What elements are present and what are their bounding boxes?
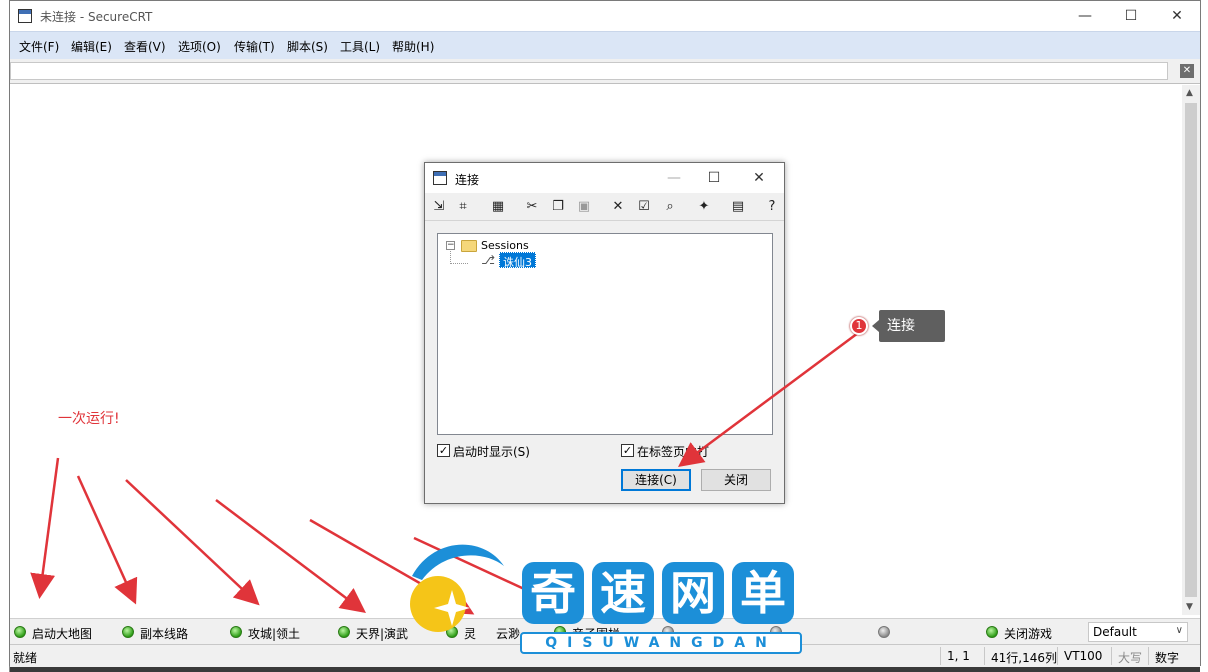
dialog-title-bar: 连接 — ☐ ✕ <box>425 163 784 193</box>
background-window-right <box>1200 0 1208 672</box>
status-led-icon <box>14 626 26 638</box>
maximize-button[interactable]: ☐ <box>1108 1 1154 31</box>
chevron-down-icon: ∨ <box>1175 625 1183 636</box>
scroll-up-icon[interactable]: ▲ <box>1186 88 1193 98</box>
menu-options[interactable]: 选项(O) <box>178 38 221 55</box>
watermark-char: 单 <box>732 562 794 624</box>
button-bar-label: 启动大地图 <box>32 627 93 641</box>
status-led-icon <box>338 626 350 638</box>
scroll-down-icon[interactable]: ▼ <box>1186 602 1193 612</box>
watermark: 奇 速 网 单 QISUWANGDAN <box>404 536 804 656</box>
watermark-pinyin: QISUWANGDAN <box>520 632 802 654</box>
delete-icon[interactable]: ✕ <box>609 198 627 216</box>
status-led-icon <box>878 626 890 638</box>
status-led-icon <box>986 626 998 638</box>
command-window-close-icon[interactable]: ✕ <box>1180 64 1194 78</box>
session-manager-icon[interactable]: ▤ <box>729 198 747 216</box>
button-bar-label: 天界|演武 <box>356 627 409 641</box>
watermark-char: 奇 <box>522 562 584 624</box>
status-terminal-type: VT100 <box>1057 647 1112 665</box>
show-on-startup-checkbox[interactable]: ✓ <box>437 444 450 457</box>
open-in-tab-label: 在标签页中打 <box>637 445 710 459</box>
folder-icon <box>461 240 477 252</box>
callout-label: 连接 <box>879 310 945 342</box>
status-num-lock: 数字 <box>1148 647 1200 665</box>
dialog-minimize-button: — <box>667 170 681 186</box>
menu-file[interactable]: 文件(F) <box>19 38 59 55</box>
menu-edit[interactable]: 编辑(E) <box>71 38 112 55</box>
securecrt-app-icon <box>18 9 32 23</box>
step-number-badge: 1 <box>850 317 868 335</box>
command-window: ✕ <box>10 59 1200 84</box>
connect-dialog: 连接 — ☐ ✕ ⇲ ⌗ ▦ ✂ ❐ ▣ ✕ ☑ ⌕ ✦ ▤ ? − Sessi… <box>424 162 785 504</box>
menu-help[interactable]: 帮助(H) <box>392 38 434 55</box>
watermark-char: 速 <box>592 562 654 624</box>
show-on-startup-label: 启动时显示(S) <box>453 445 530 459</box>
watermark-logo-icon <box>410 544 504 632</box>
quick-connect-icon[interactable]: ⇲ <box>430 198 448 216</box>
tree-folder-label: Sessions <box>481 239 529 252</box>
dialog-close-button[interactable]: ✕ <box>739 167 779 189</box>
dialog-title: 连接 <box>455 173 480 187</box>
paste-icon[interactable]: ▣ <box>575 198 593 216</box>
securecrt-app-icon <box>433 171 447 185</box>
open-in-tab-checkbox[interactable]: ✓ <box>621 444 634 457</box>
status-cursor-position: 1, 1 <box>940 647 983 665</box>
copy-icon[interactable]: ❐ <box>549 198 567 216</box>
close-window-button[interactable]: ✕ <box>1154 1 1200 31</box>
status-terminal-size: 41行,146列 <box>984 647 1057 665</box>
close-dialog-button[interactable]: 关闭 <box>701 469 771 491</box>
command-input[interactable] <box>10 62 1168 80</box>
status-caps-lock: 大写 <box>1111 647 1151 665</box>
window-title: 未连接 - SecureCRT <box>40 10 153 24</box>
collapse-icon[interactable]: − <box>446 241 455 250</box>
vertical-scrollbar[interactable]: ▲ ▼ <box>1182 85 1200 615</box>
menu-tools[interactable]: 工具(L) <box>340 38 380 55</box>
watermark-char: 网 <box>662 562 724 624</box>
title-bar: 未连接 - SecureCRT — ☐ ✕ <box>10 1 1200 31</box>
button-bar-selector[interactable]: Default ∨ <box>1088 622 1188 642</box>
menu-view[interactable]: 查看(V) <box>124 38 166 55</box>
session-tree[interactable]: − Sessions ⎇ 诛仙3 <box>437 233 773 435</box>
dialog-toolbar: ⇲ ⌗ ▦ ✂ ❐ ▣ ✕ ☑ ⌕ ✦ ▤ ? <box>425 193 784 221</box>
find-icon[interactable]: ⌕ <box>661 198 679 216</box>
button-bar-label: 关闭游戏 <box>1004 627 1053 641</box>
status-ready: 就绪 <box>13 651 38 665</box>
status-led-icon <box>122 626 134 638</box>
desktop-shortcut-icon[interactable]: ✦ <box>695 198 713 216</box>
menu-transfer[interactable]: 传输(T) <box>234 38 275 55</box>
menu-bar: 文件(F) 编辑(E) 查看(V) 选项(O) 传输(T) 脚本(S) 工具(L… <box>10 31 1200 59</box>
callout-pointer <box>872 320 879 332</box>
new-folder-icon[interactable]: ▦ <box>489 198 507 216</box>
new-session-icon[interactable]: ⌗ <box>454 198 472 216</box>
scrollbar-thumb[interactable] <box>1185 103 1197 597</box>
tree-connector <box>450 263 468 264</box>
properties-icon[interactable]: ☑ <box>635 198 653 216</box>
tree-session-item[interactable]: 诛仙3 <box>499 252 536 269</box>
menu-script[interactable]: 脚本(S) <box>287 38 328 55</box>
connect-button[interactable]: 连接(C) <box>621 469 691 491</box>
cut-icon[interactable]: ✂ <box>523 198 541 216</box>
dialog-maximize-button[interactable]: ☐ <box>694 167 734 189</box>
help-icon[interactable]: ? <box>763 198 781 216</box>
button-bar-label: 攻城|领土 <box>248 627 301 641</box>
status-led-icon <box>230 626 242 638</box>
minimize-button[interactable]: — <box>1062 1 1108 31</box>
session-icon: ⎇ <box>481 253 495 267</box>
button-bar-selector-value: Default <box>1093 625 1137 639</box>
button-bar-label: 副本线路 <box>140 627 189 641</box>
annotation-note: 一次运行! <box>58 411 120 427</box>
